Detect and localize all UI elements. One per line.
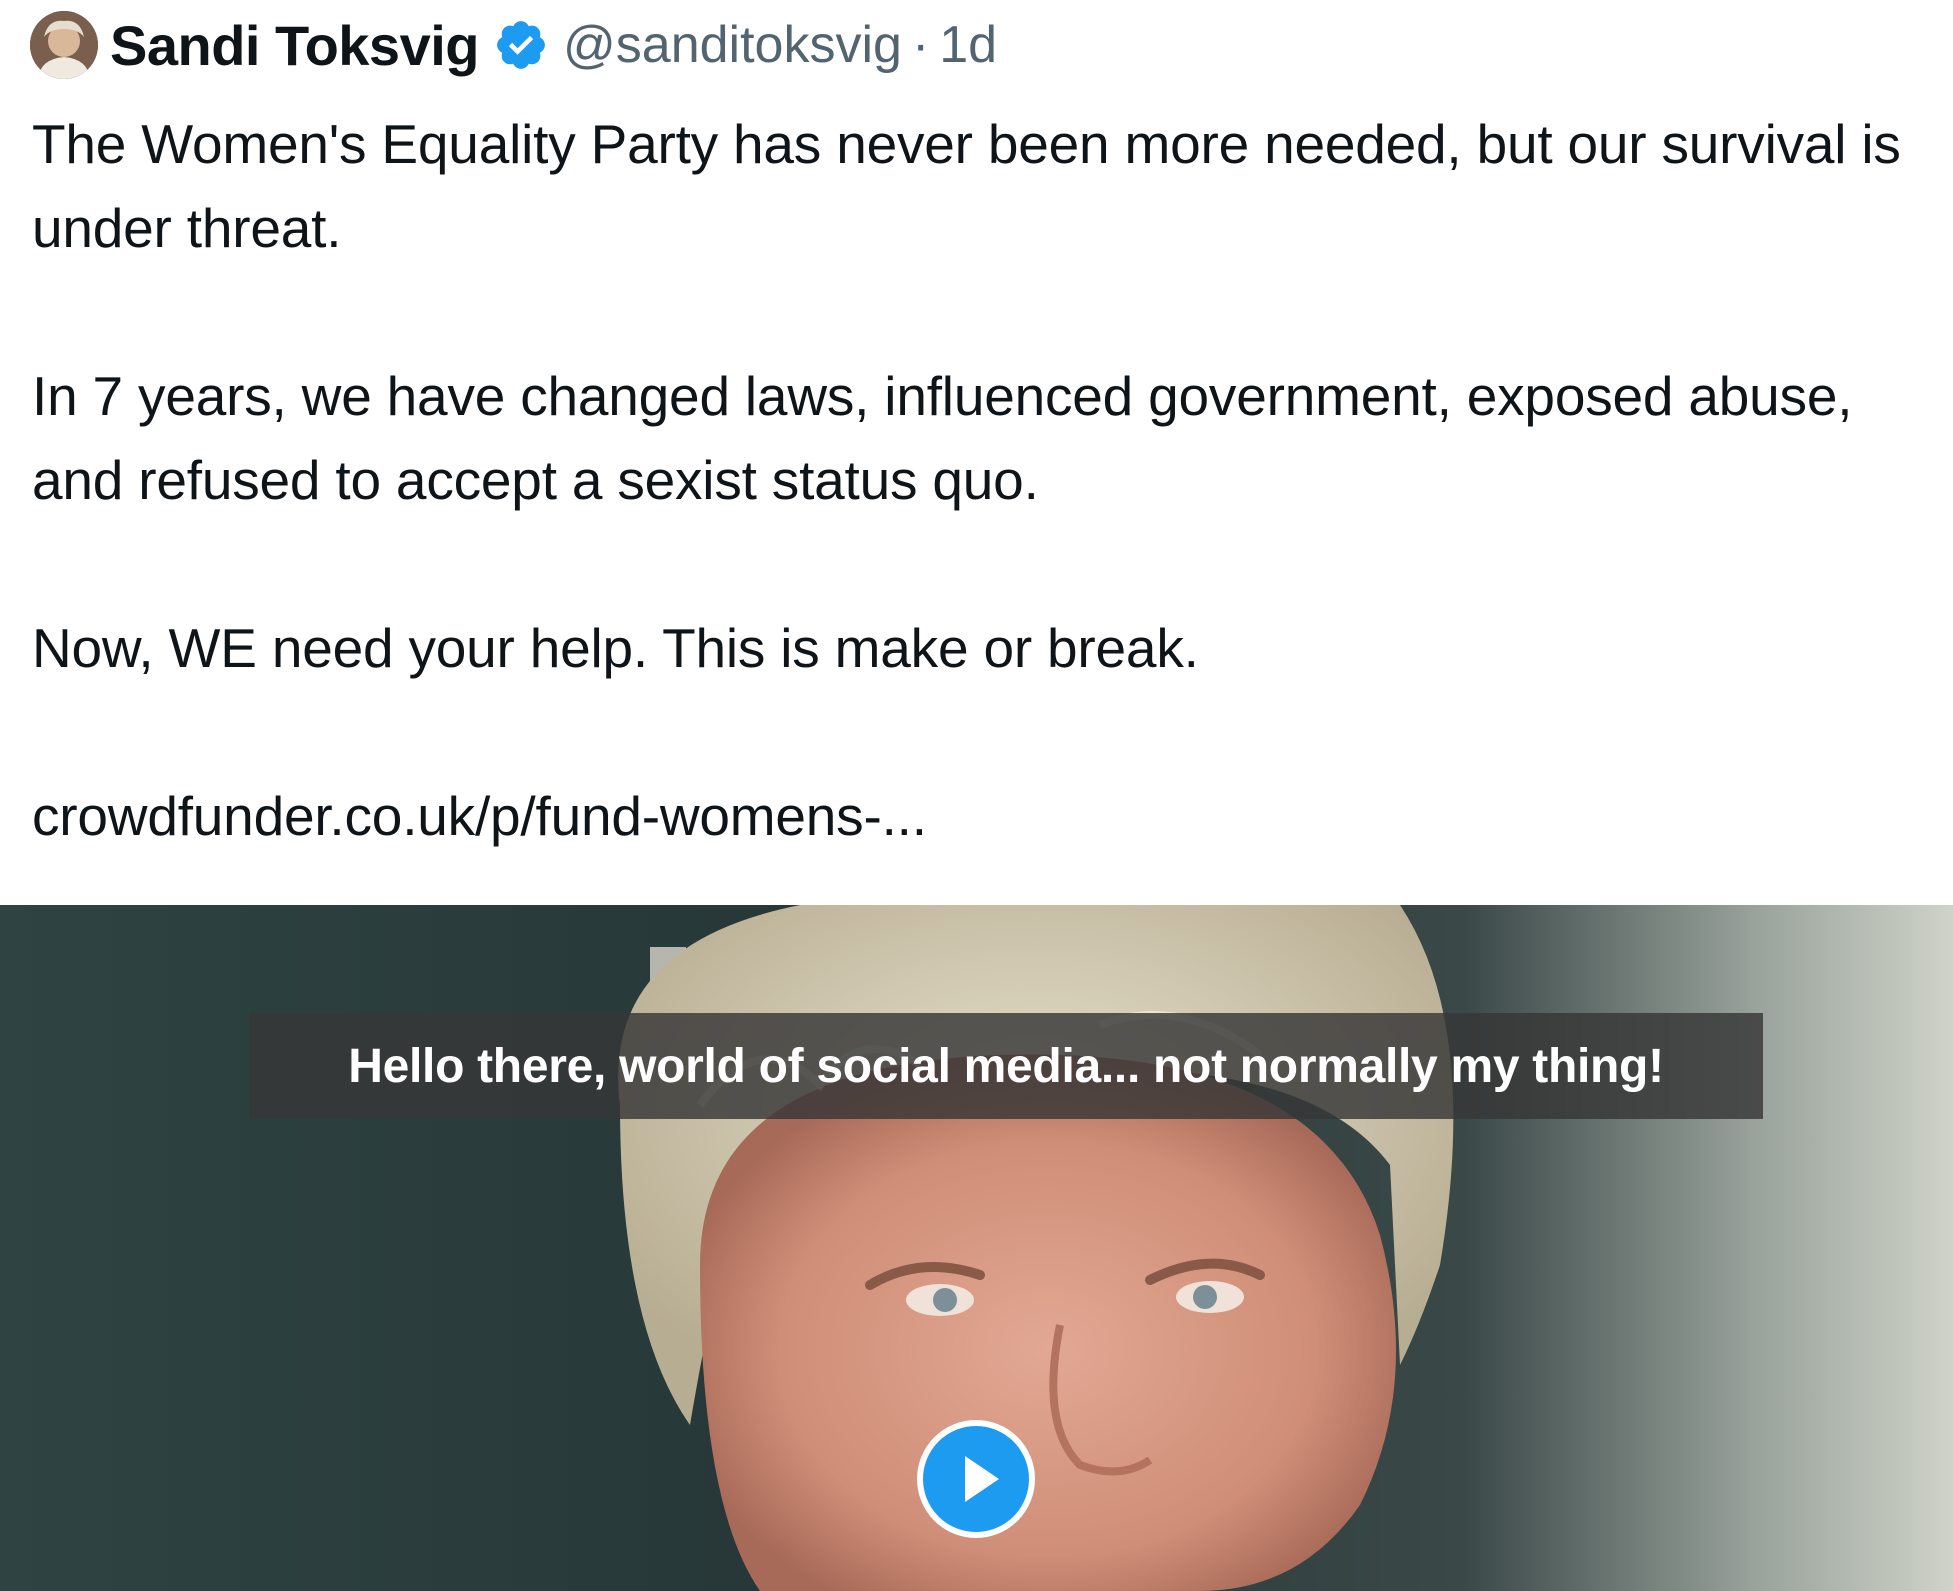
author-handle[interactable]: @sanditoksvig [563,15,902,75]
video-caption: Hello there, world of social media... no… [249,1013,1763,1119]
play-button[interactable] [917,1420,1035,1538]
tweet-timestamp[interactable]: 1d [939,15,997,75]
meta-separator: · [911,16,930,74]
tweet-paragraph: In 7 years, we have changed laws, influe… [32,365,1853,511]
tweet-paragraph: The Women's Equality Party has never bee… [32,113,1901,259]
video-player[interactable]: Hello there, world of social media... no… [0,905,1953,1591]
tweet-link[interactable]: crowdfunder.co.uk/p/fund-womens-... [32,774,1932,858]
play-icon [965,1456,999,1502]
avatar[interactable] [30,11,98,79]
tweet-text: The Women's Equality Party has never bee… [32,102,1932,858]
verified-badge-icon [493,17,549,73]
tweet-header: Sandi Toksvig @sanditoksvig · 1d [30,10,997,80]
tweet[interactable]: Sandi Toksvig @sanditoksvig · 1d The Wom… [0,0,1953,1591]
author-display-name[interactable]: Sandi Toksvig [110,13,479,78]
tweet-paragraph: Now, WE need your help. This is make or … [32,617,1199,679]
